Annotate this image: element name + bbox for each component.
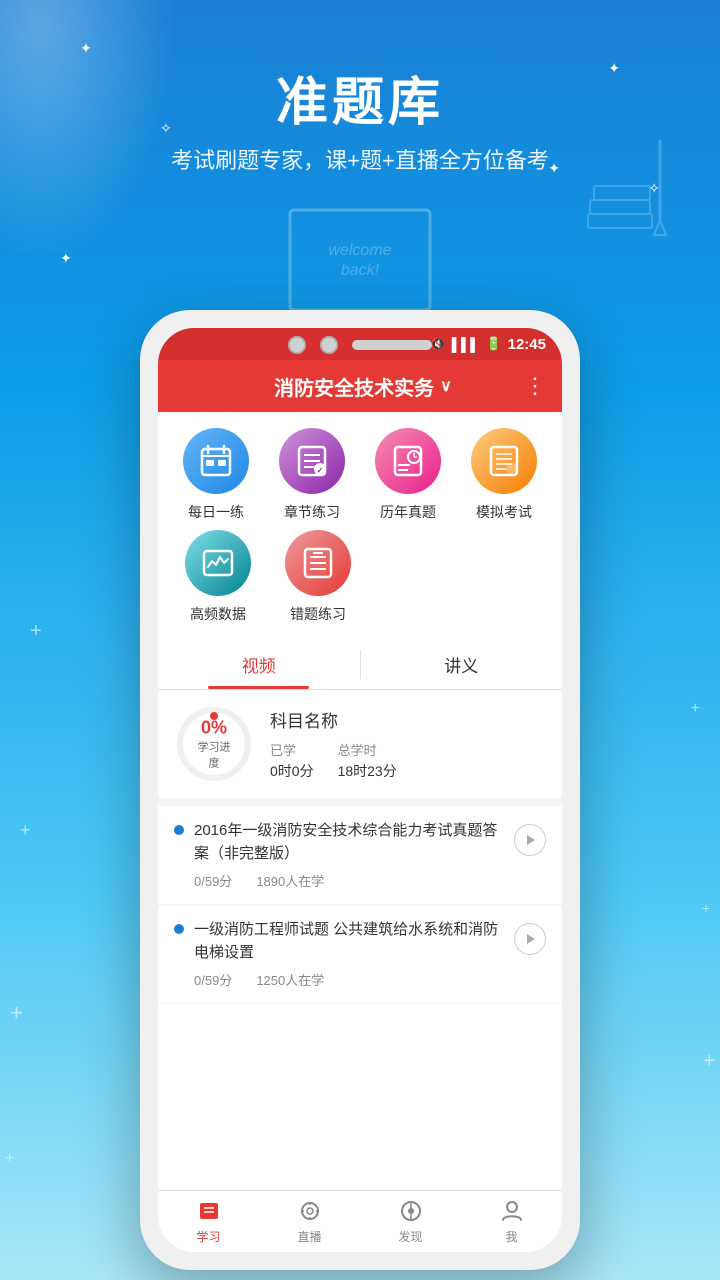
- video-list: 2016年一级消防安全技术综合能力考试真题答案（非完整版） 0/59分 1890…: [158, 806, 562, 1004]
- video-info-1: 一级消防工程师试题 公共建筑给水系统和消防电梯设置 0/59分 1250人在学: [194, 919, 506, 989]
- app-header: 消防安全技术实务 ∨ ⋮: [158, 360, 562, 412]
- icon-freq-label: 高频数据: [190, 604, 246, 624]
- video-title-0: 2016年一级消防安全技术综合能力考试真题答案（非完整版）: [194, 820, 506, 865]
- icon-chapter[interactable]: ✓ 章节练习: [264, 428, 360, 522]
- app-subtitle: 考试刷题专家，课+题+直播全方位备考: [0, 143, 720, 175]
- video-students-1: 1250人在学: [256, 970, 324, 989]
- bottom-nav: 学习 直播: [158, 1190, 562, 1252]
- stat-studied: 已学 0时0分: [270, 740, 314, 781]
- video-info-0: 2016年一级消防安全技术综合能力考试真题答案（非完整版） 0/59分 1890…: [194, 820, 506, 890]
- icon-row-2: 高频数据: [168, 530, 552, 624]
- progress-section: 0% 学习进度 科目名称 已学 0时0分: [158, 690, 562, 806]
- sparkle-5: ✦: [60, 250, 72, 267]
- mute-icon: 🔇: [431, 337, 446, 351]
- nav-study-label: 学习: [196, 1228, 220, 1245]
- svg-text:back!: back!: [341, 262, 380, 279]
- video-title-1: 一级消防工程师试题 公共建筑给水系统和消防电梯设置: [194, 919, 506, 964]
- main-content: 每日一练 ✓: [158, 412, 562, 1190]
- progress-label: 学习进度: [194, 739, 234, 771]
- plus-3: +: [20, 820, 31, 841]
- icon-past-circle: [375, 428, 441, 494]
- plus-7: +: [5, 1150, 14, 1168]
- video-bullet-0: [174, 825, 184, 835]
- subject-name: 科目名称: [270, 707, 546, 732]
- video-meta-1: 0/59分 1250人在学: [194, 970, 506, 989]
- phone-mockup: 🔇 ▌▌▌ 🔋 12:45 消防安全技术实务 ∨ ⋮: [140, 310, 580, 1270]
- tab-notes[interactable]: 讲义: [361, 640, 563, 689]
- header-menu-button[interactable]: ⋮: [524, 373, 546, 399]
- icon-daily[interactable]: 每日一练: [168, 428, 264, 522]
- nav-discover-label: 发现: [398, 1228, 422, 1245]
- icon-mock-circle: [471, 428, 537, 494]
- video-score-0: 0/59分: [194, 871, 232, 890]
- nav-study[interactable]: 学习: [158, 1191, 259, 1252]
- nav-live-label: 直播: [297, 1228, 321, 1245]
- progress-info: 科目名称 已学 0时0分 总学时 18时23分: [270, 707, 546, 781]
- icon-mock-label: 模拟考试: [476, 502, 532, 522]
- video-play-btn-0[interactable]: [514, 824, 546, 856]
- feature-icon-grid: 每日一练 ✓: [158, 412, 562, 640]
- stat-total: 总学时 18时23分: [338, 740, 397, 781]
- app-header-title: 消防安全技术实务 ∨: [274, 372, 452, 401]
- time-display: 12:45: [508, 336, 546, 353]
- plus-1: +: [30, 620, 42, 643]
- progress-stats: 已学 0时0分 总学时 18时23分: [270, 740, 546, 781]
- phone-speaker: [352, 340, 432, 350]
- video-students-0: 1890人在学: [256, 871, 324, 890]
- icon-daily-label: 每日一练: [188, 502, 244, 522]
- icon-chapter-label: 章节练习: [284, 502, 340, 522]
- phone-outer: 🔇 ▌▌▌ 🔋 12:45 消防安全技术实务 ∨ ⋮: [140, 310, 580, 1270]
- sparkle-1: ✦: [80, 40, 92, 57]
- signal-icon: ▌▌▌: [452, 337, 480, 352]
- phone-screen: 🔇 ▌▌▌ 🔋 12:45 消防安全技术实务 ∨ ⋮: [158, 328, 562, 1252]
- tab-video[interactable]: 视频: [158, 640, 360, 689]
- svg-text:✓: ✓: [317, 466, 324, 475]
- plus-5: +: [10, 1000, 23, 1026]
- nav-live[interactable]: 直播: [259, 1191, 360, 1252]
- icon-row-1: 每日一练 ✓: [168, 428, 552, 522]
- video-meta-0: 0/59分 1890人在学: [194, 871, 506, 890]
- header-title-text: 消防安全技术实务: [274, 372, 434, 401]
- app-title: 准题库: [0, 60, 720, 135]
- video-score-1: 0/59分: [194, 970, 232, 989]
- app-hero: 准题库 考试刷题专家，课+题+直播全方位备考: [0, 60, 720, 175]
- icon-freq[interactable]: 高频数据: [168, 530, 268, 624]
- studied-value: 0时0分: [270, 761, 314, 781]
- icon-chapter-circle: ✓: [279, 428, 345, 494]
- icon-wrong[interactable]: 错题练习: [268, 530, 368, 624]
- plus-6: +: [703, 1050, 715, 1073]
- video-bullet-1: [174, 924, 184, 934]
- icon-daily-circle: [183, 428, 249, 494]
- dropdown-icon[interactable]: ∨: [440, 376, 452, 396]
- icon-mock[interactable]: 模拟考试: [456, 428, 552, 522]
- phone-camera-1: [288, 336, 306, 354]
- progress-circle: 0% 学习进度: [174, 704, 254, 784]
- plus-4: +: [702, 900, 710, 916]
- progress-percent: 0%: [194, 718, 234, 739]
- nav-profile-label: 我: [505, 1228, 517, 1245]
- nav-discover[interactable]: 发现: [360, 1191, 461, 1252]
- battery-icon: 🔋: [485, 336, 501, 352]
- video-item-0[interactable]: 2016年一级消防安全技术综合能力考试真题答案（非完整版） 0/59分 1890…: [158, 806, 562, 905]
- icon-wrong-label: 错题练习: [290, 604, 346, 624]
- video-play-btn-1[interactable]: [514, 923, 546, 955]
- icon-past[interactable]: 历年真题: [360, 428, 456, 522]
- content-tabs: 视频 讲义: [158, 640, 562, 690]
- studied-label: 已学: [270, 740, 314, 759]
- icon-wrong-circle: [285, 530, 351, 596]
- video-item-1[interactable]: 一级消防工程师试题 公共建筑给水系统和消防电梯设置 0/59分 1250人在学: [158, 905, 562, 1004]
- nav-profile[interactable]: 我: [461, 1191, 562, 1252]
- total-label: 总学时: [338, 740, 397, 759]
- icon-past-label: 历年真题: [380, 502, 436, 522]
- total-value: 18时23分: [338, 761, 397, 781]
- plus-2: +: [691, 700, 700, 718]
- svg-text:welcome: welcome: [328, 242, 391, 259]
- phone-camera-2: [320, 336, 338, 354]
- icon-freq-circle: [185, 530, 251, 596]
